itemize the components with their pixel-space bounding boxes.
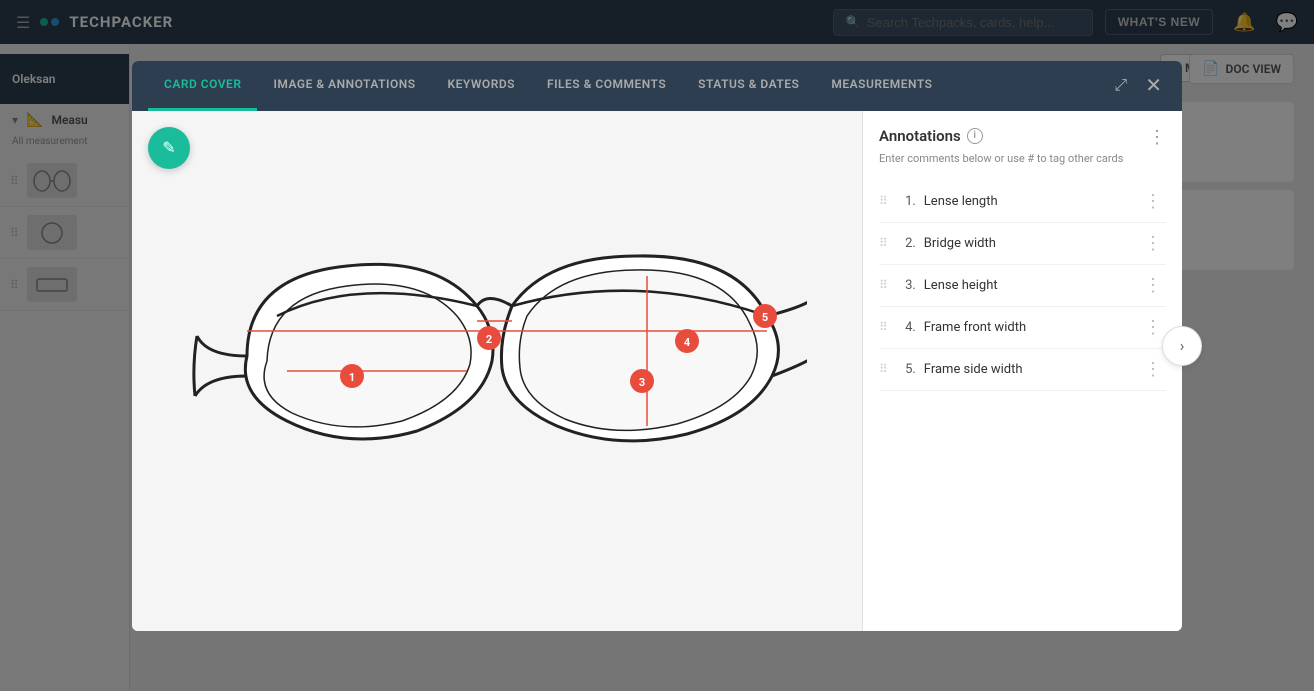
tab-files-comments[interactable]: FILES & COMMENTS — [531, 61, 682, 111]
modal-close-button[interactable]: ✕ — [1141, 69, 1166, 102]
chevron-right-icon: › — [1180, 336, 1185, 355]
tab-image-annotations[interactable]: IMAGE & ANNOTATIONS — [257, 61, 431, 111]
next-arrow-button[interactable]: › — [1162, 326, 1202, 366]
info-icon[interactable]: i — [967, 128, 983, 144]
annotation-more-button[interactable]: ⋮ — [1140, 191, 1166, 212]
pencil-icon: ✎ — [162, 138, 175, 157]
tab-status-dates[interactable]: STATUS & DATES — [682, 61, 815, 111]
modal-body: ✎ — [132, 111, 1182, 631]
modal-controls: ⤢ ✕ — [1110, 69, 1166, 102]
svg-text:4: 4 — [684, 336, 691, 349]
drag-handle-icon: ⠿ — [879, 362, 888, 376]
svg-text:2: 2 — [486, 333, 492, 346]
drag-handle-icon: ⠿ — [879, 194, 888, 208]
annotations-header: Annotations i ⋮ — [879, 127, 1166, 148]
svg-text:1: 1 — [349, 371, 355, 384]
annotation-item: ⠿ 2. Bridge width ⋮ — [879, 223, 1166, 265]
drag-handle-icon: ⠿ — [879, 278, 888, 292]
tab-card-cover[interactable]: CARD COVER — [148, 61, 257, 111]
annotation-more-button[interactable]: ⋮ — [1140, 275, 1166, 296]
annotation-more-button[interactable]: ⋮ — [1140, 233, 1166, 254]
annotation-item: ⠿ 4. Frame front width ⋮ — [879, 307, 1166, 349]
annotations-subtitle: Enter comments below or use # to tag oth… — [879, 152, 1166, 165]
svg-text:3: 3 — [639, 376, 645, 389]
tab-measurements[interactable]: MEASUREMENTS — [815, 61, 948, 111]
image-panel: ✎ — [132, 111, 862, 631]
annotations-title: Annotations i — [879, 127, 983, 145]
modal-tab-bar: CARD COVER IMAGE & ANNOTATIONS KEYWORDS … — [132, 61, 1182, 111]
modal-expand-icon[interactable]: ⤢ — [1110, 73, 1131, 99]
drag-handle-icon: ⠿ — [879, 320, 888, 334]
glasses-illustration: 1 2 3 4 — [187, 176, 807, 566]
edit-fab-button[interactable]: ✎ — [148, 127, 190, 169]
annotation-list: ⠿ 1. Lense length ⋮ ⠿ 2. Bridge width ⋮ … — [879, 181, 1166, 391]
drag-handle-icon: ⠿ — [879, 236, 888, 250]
svg-text:5: 5 — [762, 311, 768, 324]
annotation-more-button[interactable]: ⋮ — [1140, 359, 1166, 380]
modal: CARD COVER IMAGE & ANNOTATIONS KEYWORDS … — [132, 61, 1182, 631]
tab-keywords[interactable]: KEYWORDS — [432, 61, 531, 111]
modal-overlay: CARD COVER IMAGE & ANNOTATIONS KEYWORDS … — [0, 0, 1314, 691]
annotation-item: ⠿ 1. Lense length ⋮ — [879, 181, 1166, 223]
annotation-item: ⠿ 5. Frame side width ⋮ — [879, 349, 1166, 391]
annotation-item: ⠿ 3. Lense height ⋮ — [879, 265, 1166, 307]
annotation-more-button[interactable]: ⋮ — [1140, 317, 1166, 338]
annotations-panel: Annotations i ⋮ Enter comments below or … — [862, 111, 1182, 631]
annotations-more-button[interactable]: ⋮ — [1148, 127, 1166, 148]
